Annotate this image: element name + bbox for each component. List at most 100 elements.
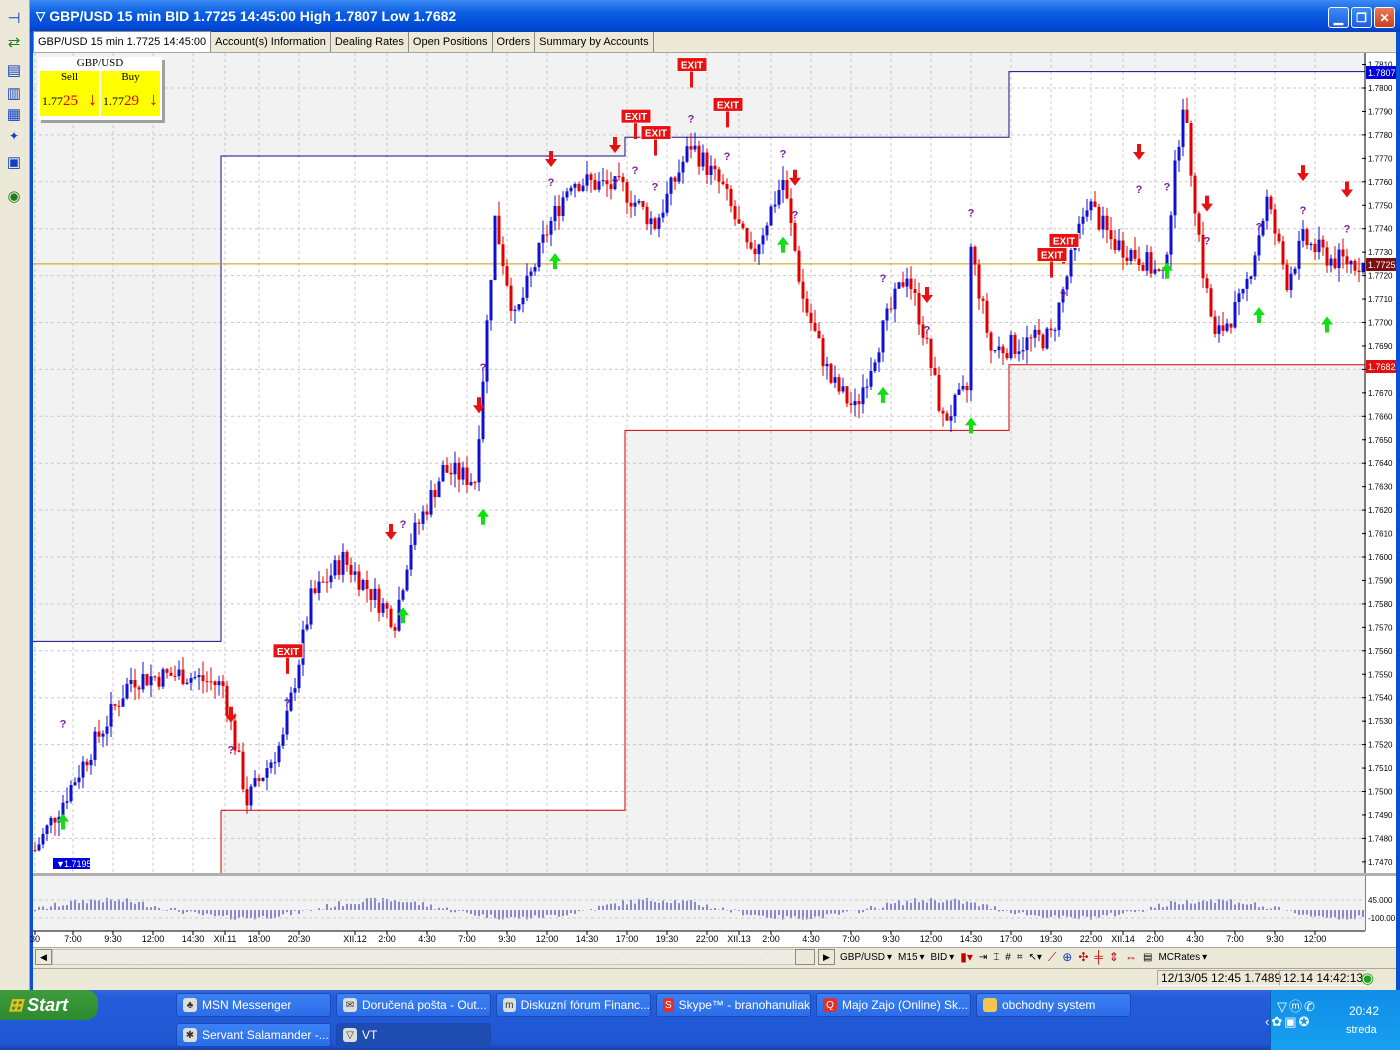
candle-body (893, 288, 897, 310)
exit-marker (1036, 246, 1068, 262)
close-button[interactable]: ✕ (1374, 7, 1395, 28)
candle-body (1225, 323, 1229, 331)
exit-marker-stem (286, 657, 289, 674)
crosshair-icon[interactable]: ⌗ (1017, 952, 1023, 963)
candle-body (517, 304, 521, 310)
tab-account-information[interactable]: Account(s) Information (211, 32, 331, 52)
tray-icons[interactable]: ▽ⓜ✆ (1277, 996, 1317, 1015)
maximize-button[interactable]: ❐ (1351, 7, 1372, 28)
candle-body (61, 802, 65, 817)
scale-icon[interactable]: ⌶ (993, 952, 999, 963)
grid-icon[interactable]: # (1005, 952, 1011, 963)
tray-icons-row2[interactable]: ‹✿▣✪ (1265, 1014, 1311, 1030)
candle-body (853, 401, 857, 406)
candle-body (817, 330, 821, 339)
y-tick-label: 1.7510 (1368, 764, 1393, 773)
connection-icon[interactable]: ◉ (4, 186, 24, 206)
taskbar-item-chat[interactable]: Q Majo Zajo (Online) Sk... (816, 993, 971, 1017)
period-dropdown[interactable]: M15 ▾ (898, 952, 924, 963)
candle-body (713, 165, 717, 170)
candle-body (1301, 229, 1305, 241)
candle-body (1077, 223, 1081, 240)
candle-body (117, 705, 121, 707)
candle-body (1353, 260, 1357, 271)
autoscroll-icon[interactable]: ⇥ (979, 952, 987, 963)
candle-body (1309, 243, 1313, 246)
zoom-width-icon[interactable]: ⇔ (1125, 950, 1137, 964)
candle-body (505, 266, 509, 286)
properties-icon[interactable]: ▤ (1143, 952, 1152, 963)
taskbar-item-forum[interactable]: m Diskuzní fórum Financ... (496, 993, 651, 1017)
draw-line-icon[interactable]: ⟋ (1048, 950, 1056, 965)
support-line (221, 364, 1365, 811)
tab-dealing-rates[interactable]: Dealing Rates (331, 32, 409, 52)
y-tick-label: 1.7520 (1368, 741, 1393, 750)
zoom-v-icon[interactable]: ╪ (1094, 950, 1103, 964)
candle-body (605, 180, 609, 185)
zoom-in-icon[interactable]: ⊕ (1062, 950, 1072, 964)
candle-body (685, 146, 689, 162)
exit-marker (712, 96, 744, 112)
candle-body (801, 281, 805, 299)
feed-dropdown[interactable]: MCRates ▾ (1158, 952, 1207, 963)
layout-cols-icon[interactable]: ▥ (4, 83, 24, 103)
scroll-left-button[interactable]: ◀ (35, 949, 52, 965)
y-tick-label: 1.7730 (1368, 248, 1393, 257)
zoom-fit-icon[interactable]: ⇕ (1109, 950, 1119, 964)
candle-type-icon[interactable]: ▮▾ (960, 950, 973, 964)
side-dropdown[interactable]: BID ▾ (931, 952, 955, 963)
taskbar-item-skype[interactable]: S Skype™ - branohanuliak (656, 993, 811, 1017)
cursor-icon[interactable]: ↖▾ (1028, 952, 1041, 963)
candle-body (857, 401, 861, 405)
candle-body (629, 202, 633, 207)
symbol-dropdown[interactable]: GBP/USD ▾ (840, 952, 892, 963)
candle-body (565, 191, 569, 198)
tab-open-positions[interactable]: Open Positions (409, 32, 493, 52)
candle-body (437, 481, 441, 498)
candle-body (1241, 288, 1245, 294)
candle-body (153, 676, 157, 678)
taskbar-item-msn[interactable]: ♣ MSN Messenger (176, 993, 331, 1017)
exit-marker-stem (654, 139, 657, 156)
exit-label: EXIT (1053, 236, 1075, 247)
candle-body (1341, 249, 1345, 257)
price-chart[interactable]: ?????????????????? ????? EXIT EXIT EXIT EXIT E… (0, 0, 1400, 1050)
taskbar-item-outlook[interactable]: ✉ Doručená pošta - Out... (336, 993, 491, 1017)
candle-body (585, 174, 589, 186)
minimize-button[interactable]: ▁ (1328, 7, 1349, 28)
tab-orders[interactable]: Orders (493, 32, 536, 52)
task-label: Servant Salamander -... (202, 1028, 329, 1042)
tab-summary-by-accounts[interactable]: Summary by Accounts (535, 32, 654, 52)
question-mark: ? (548, 177, 555, 189)
candle-body (313, 588, 317, 593)
clock[interactable]: 20:42 (1349, 1004, 1379, 1018)
new-chart-icon[interactable]: ✦ (4, 126, 24, 146)
swap-icon[interactable]: ⇄ (4, 32, 24, 52)
layout-grid-icon[interactable]: ▦ (4, 104, 24, 124)
scroll-right-button[interactable]: ▶ (818, 949, 835, 965)
start-button[interactable]: ⊞ Start (0, 990, 98, 1020)
candle-body (841, 386, 845, 392)
sell-button[interactable]: Sell 1.7725 ↓ (40, 71, 99, 116)
horizontal-scrollbar[interactable] (52, 949, 812, 965)
print-icon[interactable]: ▣ (4, 152, 24, 172)
tab-chart[interactable]: GBP/USD 15 min 1.7725 14:45:00 (33, 31, 212, 52)
buy-button[interactable]: Buy 1.7729 ↓ (101, 71, 160, 116)
layout-rows-icon[interactable]: ▤ (4, 60, 24, 80)
y-tick-label: 1.7610 (1368, 530, 1393, 539)
taskbar-item-salamander[interactable]: ✱ Servant Salamander -... (176, 1023, 331, 1047)
candle-body (1193, 175, 1197, 214)
pin-icon[interactable]: ⊣ (4, 8, 24, 28)
candle-body (113, 704, 117, 706)
taskbar-item-folder[interactable]: obchodny system (976, 993, 1131, 1017)
candle-body (721, 181, 725, 185)
candle-body (413, 522, 417, 545)
connection-status-icon: ◉ (1361, 970, 1375, 987)
zoom-h-icon[interactable]: ✣ (1078, 950, 1088, 964)
tab-bar: GBP/USD 15 min 1.7725 14:45:00 Account(s… (33, 31, 1396, 53)
candle-body (941, 410, 945, 414)
buy-arrow-icon (549, 253, 561, 270)
candle-body (997, 346, 1001, 351)
scrollbar-thumb[interactable] (795, 949, 815, 965)
taskbar-item-vt[interactable]: ▽ VT (336, 1023, 491, 1047)
